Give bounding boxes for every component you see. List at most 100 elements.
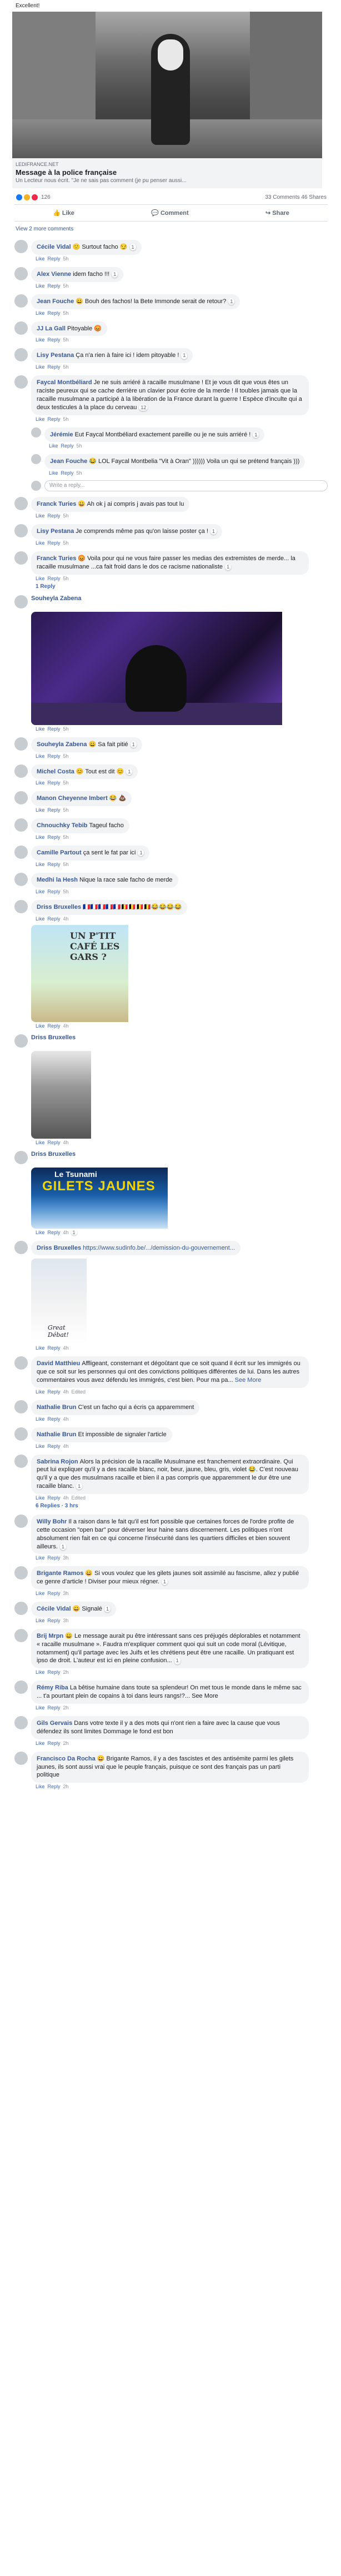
avatar[interactable] bbox=[14, 737, 28, 751]
gif-attachment[interactable] bbox=[31, 611, 328, 725]
reply-link[interactable]: Reply bbox=[48, 337, 61, 343]
comment-author[interactable]: Jérémie bbox=[50, 431, 73, 438]
reply-link[interactable]: Reply bbox=[48, 889, 61, 894]
reaction-badge[interactable]: 1 bbox=[253, 431, 259, 438]
avatar[interactable] bbox=[14, 595, 28, 608]
comment-author[interactable]: Nathalie Brun bbox=[37, 1404, 77, 1411]
reaction-badge[interactable]: 1 bbox=[104, 1606, 111, 1613]
comment-author[interactable]: Driss Bruxelles bbox=[37, 1245, 81, 1251]
reply-link[interactable]: Reply bbox=[48, 513, 61, 519]
avatar[interactable] bbox=[14, 1515, 28, 1528]
comment-author[interactable]: Franck Turies bbox=[37, 555, 76, 562]
avatar[interactable] bbox=[14, 1427, 28, 1441]
reply-link[interactable]: Reply bbox=[48, 1495, 61, 1501]
like-link[interactable]: Like bbox=[36, 1705, 45, 1710]
comment-author[interactable]: Jean Fouche bbox=[50, 458, 87, 465]
reaction-badge[interactable]: 1 bbox=[138, 849, 144, 857]
comment-author[interactable]: Driss Bruxelles bbox=[31, 1151, 76, 1158]
like-link[interactable]: Like bbox=[49, 443, 58, 449]
like-link[interactable]: Like bbox=[36, 1669, 45, 1675]
reply-link[interactable]: Reply bbox=[48, 416, 61, 422]
comment-author[interactable]: Manon Cheyenne Imbert bbox=[37, 795, 108, 802]
comment-author[interactable]: Lisy Pestana bbox=[37, 528, 74, 535]
avatar[interactable] bbox=[14, 1150, 28, 1164]
like-link[interactable]: Like bbox=[36, 310, 45, 316]
reply-link[interactable]: Reply bbox=[48, 1705, 61, 1710]
reply-link[interactable]: Reply bbox=[48, 1591, 61, 1596]
link-preview[interactable]: LEDIFRANCE.NET Message à la police franç… bbox=[12, 12, 322, 188]
like-link[interactable]: Like bbox=[36, 1443, 45, 1449]
comment-author[interactable]: JJ La Gall bbox=[37, 325, 66, 332]
comment-author[interactable]: Driss Bruxelles bbox=[37, 904, 81, 910]
like-link[interactable]: Like bbox=[36, 753, 45, 759]
comment-author[interactable]: Gils Gervais bbox=[37, 1720, 72, 1727]
tsunami-attachment[interactable]: Le Tsunami GILETS JAUNES bbox=[31, 1167, 328, 1229]
reaction-badge[interactable]: 1 bbox=[161, 1578, 168, 1586]
reply-link[interactable]: Reply bbox=[48, 1389, 61, 1395]
reply-link[interactable]: Reply bbox=[48, 780, 61, 786]
reaction-badge[interactable]: 1 bbox=[228, 298, 235, 305]
like-link[interactable]: Like bbox=[36, 780, 45, 786]
reply-link[interactable]: Reply bbox=[48, 1555, 61, 1561]
avatar[interactable] bbox=[14, 1751, 28, 1765]
like-link[interactable]: Like bbox=[36, 1555, 45, 1561]
avatar[interactable] bbox=[14, 1602, 28, 1616]
avatar[interactable] bbox=[14, 240, 28, 253]
comment-author[interactable]: Souheyla Zabena bbox=[37, 741, 87, 748]
like-link[interactable]: Like bbox=[36, 834, 45, 840]
comment-author[interactable]: Willy Bohr bbox=[37, 1518, 67, 1525]
reply-link[interactable]: Reply bbox=[48, 1443, 61, 1449]
avatar[interactable] bbox=[14, 1628, 28, 1642]
comment-author[interactable]: Faycal Montbéliard bbox=[37, 379, 92, 386]
reply-link[interactable]: Reply bbox=[61, 470, 74, 476]
avatar[interactable] bbox=[14, 1240, 28, 1254]
comment-author[interactable]: Lisy Pestana bbox=[37, 352, 74, 359]
like-link[interactable]: Like bbox=[36, 1784, 45, 1789]
reaction-badge[interactable]: 1 bbox=[210, 528, 217, 535]
like-link[interactable]: Like bbox=[49, 470, 58, 476]
view-more-comments[interactable]: View 2 more comments bbox=[12, 222, 330, 234]
avatar[interactable] bbox=[14, 375, 28, 389]
like-link[interactable]: Like bbox=[36, 513, 45, 519]
photo-attachment[interactable] bbox=[31, 1050, 328, 1139]
avatar[interactable] bbox=[31, 454, 41, 465]
reply-link[interactable]: Reply bbox=[48, 1784, 61, 1789]
like-link[interactable]: Like bbox=[36, 916, 45, 922]
comment-author[interactable]: Franck Turies bbox=[37, 501, 76, 507]
comment-author[interactable]: Jean Fouche bbox=[37, 298, 74, 305]
avatar[interactable] bbox=[14, 294, 28, 308]
reply-link[interactable]: Reply bbox=[48, 1416, 61, 1422]
like-link[interactable]: Like bbox=[36, 416, 45, 422]
share-count[interactable]: 46 Shares bbox=[301, 194, 327, 200]
see-more-link[interactable]: See More bbox=[235, 1377, 262, 1383]
reply-link[interactable]: Reply bbox=[48, 1669, 61, 1675]
like-link[interactable]: Like bbox=[36, 807, 45, 813]
avatar[interactable] bbox=[14, 1454, 28, 1468]
comment-author[interactable]: Cécile Vidal bbox=[37, 1606, 71, 1612]
reply-link[interactable]: Reply bbox=[48, 540, 61, 546]
reply-link[interactable]: Reply bbox=[48, 807, 61, 813]
comment-author[interactable]: Nathalie Brun bbox=[37, 1431, 77, 1438]
link-title[interactable]: Message à la police française bbox=[16, 168, 320, 177]
reply-link[interactable]: Reply bbox=[48, 753, 61, 759]
avatar[interactable] bbox=[14, 266, 28, 280]
comment-author[interactable]: Brigante Ramos bbox=[37, 1570, 83, 1577]
avatar[interactable] bbox=[14, 818, 28, 832]
reply-link[interactable]: Reply bbox=[48, 834, 61, 840]
comment-author[interactable]: Sabrina Rojon bbox=[37, 1458, 78, 1465]
comment-author[interactable]: Driss Bruxelles bbox=[31, 1034, 76, 1041]
avatar[interactable] bbox=[14, 348, 28, 362]
like-link[interactable]: Like bbox=[36, 1740, 45, 1746]
reaction-badge[interactable]: 1 bbox=[181, 352, 188, 359]
reply-link[interactable]: Reply bbox=[48, 1740, 61, 1746]
reply-link[interactable]: Reply bbox=[48, 364, 61, 370]
reaction-badge[interactable]: 1 bbox=[112, 270, 118, 278]
avatar[interactable] bbox=[14, 872, 28, 886]
like-link[interactable]: Like bbox=[36, 889, 45, 894]
view-replies[interactable]: 1 Reply bbox=[36, 583, 328, 590]
reply-link[interactable]: Reply bbox=[48, 283, 61, 289]
comment-author[interactable]: Chnouchky Tebib bbox=[37, 822, 87, 829]
like-button[interactable]: 👍 Like bbox=[53, 209, 74, 217]
comment-count[interactable]: 33 Comments bbox=[265, 194, 299, 200]
like-link[interactable]: Like bbox=[36, 364, 45, 370]
